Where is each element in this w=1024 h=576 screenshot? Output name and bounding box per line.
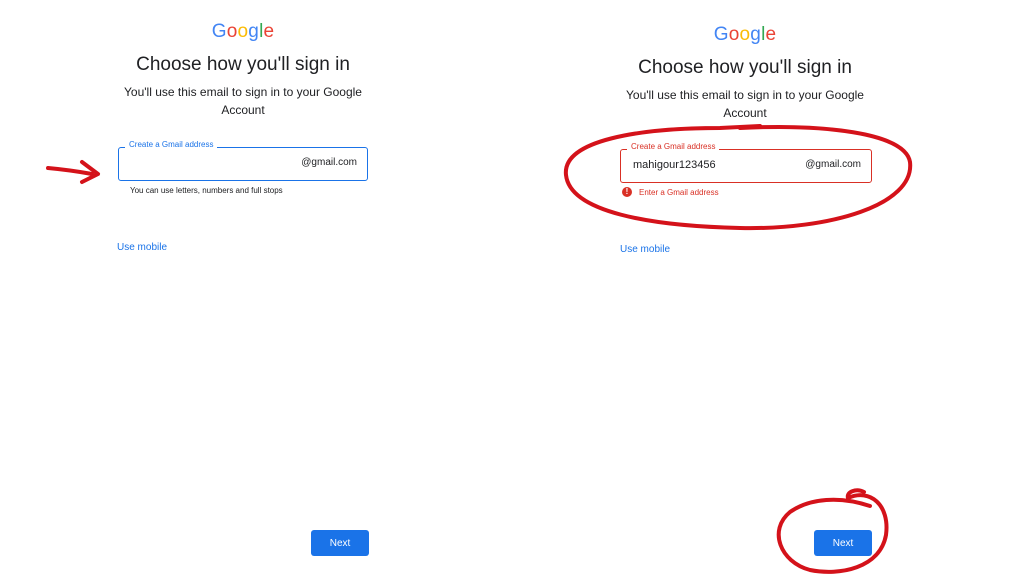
field-label: Create a Gmail address: [627, 142, 720, 151]
use-mobile-link[interactable]: Use mobile: [117, 242, 167, 253]
right-signin-screen: Google Choose how you'll sign in You'll …: [512, 0, 1024, 576]
gmail-address-field[interactable]: Create a Gmail address @gmail.com: [118, 140, 368, 181]
field-hint: You can use letters, numbers and full st…: [130, 186, 283, 195]
page-title: Choose how you'll sign in: [136, 54, 350, 75]
page-subtitle: You'll use this email to sign in to your…: [124, 85, 362, 117]
page-subtitle: You'll use this email to sign in to your…: [626, 88, 864, 120]
use-mobile-link[interactable]: Use mobile: [620, 244, 670, 255]
google-logo: Google: [713, 24, 777, 45]
next-button[interactable]: Next: [814, 530, 872, 556]
field-label: Create a Gmail address: [125, 140, 218, 149]
google-logo: Google: [211, 21, 275, 42]
error-icon: !: [622, 187, 632, 197]
page-title: Choose how you'll sign in: [638, 57, 852, 78]
error-message: ! Enter a Gmail address: [622, 187, 719, 197]
field-value[interactable]: mahigour123456: [633, 159, 716, 171]
left-signin-screen: Google Choose how you'll sign in You'll …: [0, 0, 512, 576]
gmail-suffix: @gmail.com: [805, 159, 861, 170]
error-text: Enter a Gmail address: [639, 187, 719, 197]
gmail-address-field[interactable]: Create a Gmail address mahigour123456 @g…: [620, 142, 872, 183]
next-button[interactable]: Next: [311, 530, 369, 556]
gmail-suffix: @gmail.com: [301, 157, 357, 168]
